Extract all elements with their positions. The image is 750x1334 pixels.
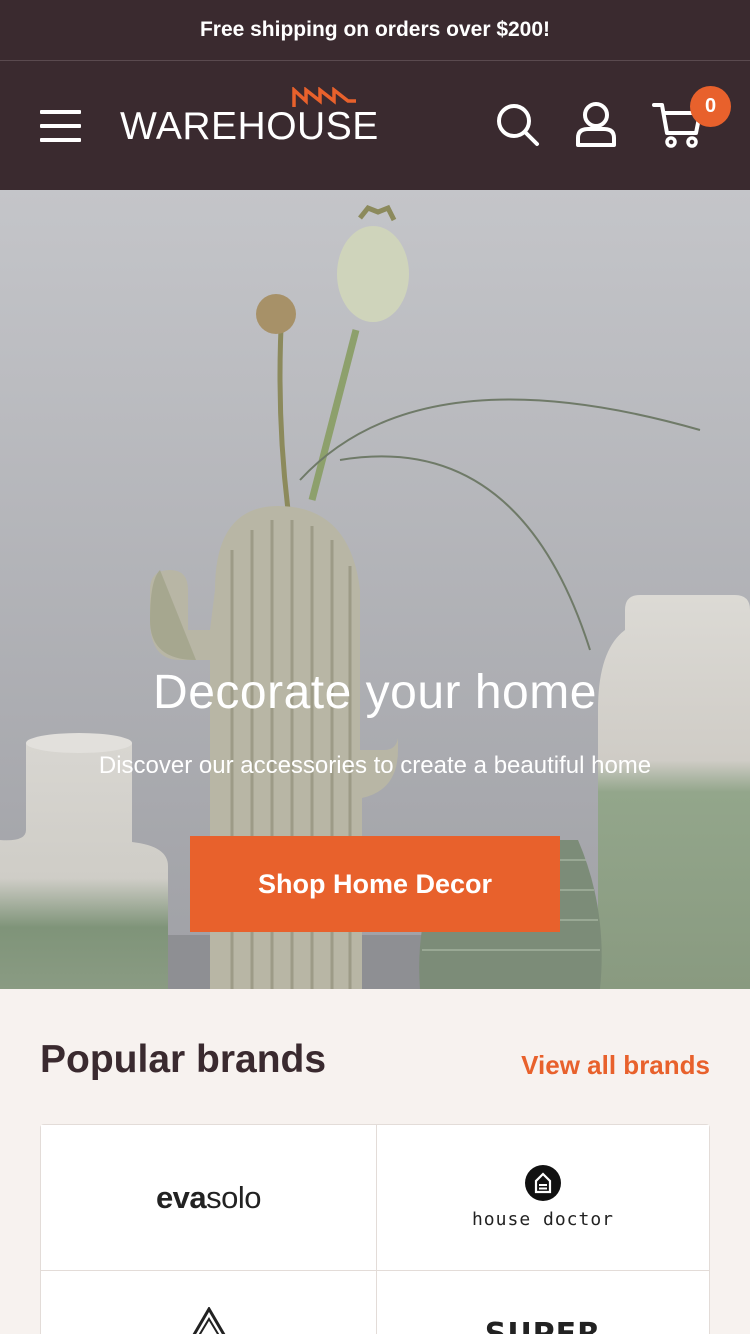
house-doctor-logo: house doctor xyxy=(472,1165,614,1230)
brand-eva-solo[interactable]: evasolo xyxy=(41,1125,377,1271)
search-icon[interactable] xyxy=(492,99,542,149)
announcement-text: Free shipping on orders over $200! xyxy=(199,18,551,41)
brand-3-emblem-icon xyxy=(192,1307,225,1334)
brand-house-doctor[interactable]: house doctor xyxy=(377,1125,709,1271)
cart-count-badge[interactable]: 0 xyxy=(690,86,731,127)
eva-solo-logo: evasolo xyxy=(155,1179,262,1215)
brand-3[interactable] xyxy=(41,1271,377,1334)
hero-title: Decorate your home xyxy=(153,666,597,719)
house-doctor-emblem-icon xyxy=(524,1165,561,1201)
logo-text: WAREHOUSE xyxy=(120,105,379,148)
popular-brands-heading: Popular brands xyxy=(40,1038,327,1081)
super-logo: SUPER xyxy=(485,1317,602,1334)
account-icon[interactable] xyxy=(571,99,621,149)
brand-grid: evasolo house doctor SUPER xyxy=(40,1124,710,1334)
site-header: WAREHOUSE xyxy=(0,61,750,190)
announcement-bar: Free shipping on orders over $200! xyxy=(0,0,750,61)
brand-super[interactable]: SUPER xyxy=(377,1271,709,1334)
house-doctor-text: house doctor xyxy=(471,1209,615,1230)
menu-icon[interactable] xyxy=(40,110,81,142)
site-logo[interactable]: WAREHOUSE xyxy=(120,87,378,148)
view-all-brands-link[interactable]: View all brands xyxy=(521,1050,710,1081)
shop-home-decor-button[interactable]: Shop Home Decor xyxy=(190,836,560,932)
hero-slideshow: Decorate your home Discover our accessor… xyxy=(0,190,750,989)
hero-subtitle: Discover our accessories to create a bea… xyxy=(98,752,652,779)
